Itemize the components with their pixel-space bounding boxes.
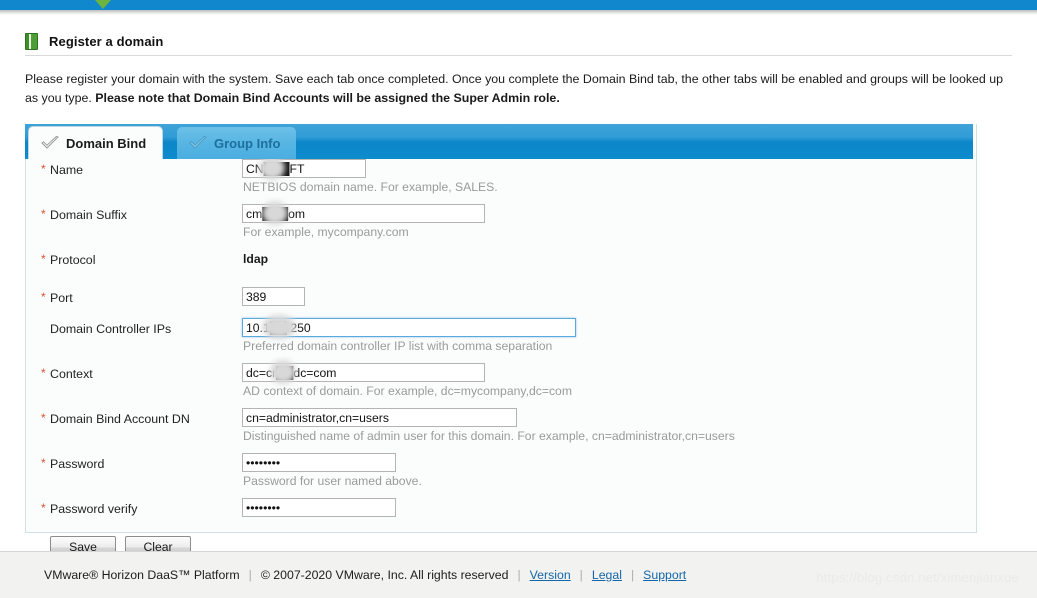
form-row: * Protocol ldap [26, 249, 978, 284]
footer-separator: | [630, 568, 635, 582]
footer-separator: | [248, 568, 252, 582]
form-label: Domain Controller IPs [50, 318, 242, 336]
form-label: * Domain Suffix [41, 204, 242, 222]
form-field-group [242, 287, 978, 315]
password-verify-input[interactable] [242, 498, 396, 517]
required-asterisk: * [41, 162, 46, 176]
required-asterisk: * [41, 411, 46, 425]
form-label-text: Domain Suffix [50, 208, 127, 222]
form-label-text: Domain Controller IPs [50, 322, 172, 336]
footer-separator: | [579, 568, 583, 582]
form-row: * Name NETBIOS domain name. For example, S… [26, 156, 978, 201]
form-row: * Context AD context of domain. For exampl… [26, 360, 978, 405]
required-asterisk: * [41, 207, 46, 221]
form-label-text: Password verify [50, 502, 138, 516]
form-label-text: Domain Bind Account DN [50, 412, 190, 426]
top-bar-marker-icon [95, 0, 111, 9]
form-field-group: Preferred domain controller IP list with… [242, 315, 978, 360]
password-input[interactable] [242, 453, 396, 472]
name-input[interactable] [242, 159, 366, 178]
form-label: * Password verify [41, 498, 242, 516]
form-label: * Name [41, 159, 242, 177]
form-label-text: Context [50, 367, 93, 381]
input-wrapper [242, 453, 396, 472]
input-wrapper [242, 287, 305, 306]
input-wrapper [242, 201, 485, 225]
form-label: * Domain Bind Account DN [41, 408, 242, 426]
form-label: * Protocol [41, 249, 242, 267]
top-app-bar [0, 0, 1037, 10]
form-field-group: Password for user named above. [242, 453, 978, 495]
form-field-group: For example, mycompany.com [242, 201, 978, 246]
tab-domain-bind[interactable]: Domain Bind [28, 126, 164, 159]
page-description-emphasis: Please note that Domain Bind Accounts wi… [95, 91, 560, 105]
tab-group-info-label: Group Info [214, 135, 281, 151]
footer-product: VMware® Horizon DaaS™ Platform [44, 568, 240, 582]
green-book-icon [25, 33, 38, 50]
protocol-value: ldap [243, 252, 269, 266]
tab-domain-bind-label: Domain Bind [66, 135, 147, 151]
required-asterisk: * [41, 501, 46, 515]
form-label-text: Password [50, 457, 105, 471]
form-field-hint: AD context of domain. For example, dc=my… [243, 384, 572, 398]
input-wrapper [242, 156, 366, 180]
footer-link-version[interactable]: Version [530, 568, 571, 582]
form-row: Domain Controller IPs Preferred domain co… [26, 315, 978, 360]
form-field-hint: NETBIOS domain name. For example, SALES. [243, 180, 498, 194]
required-asterisk: * [41, 366, 46, 380]
form-label-text: Protocol [50, 253, 96, 267]
tab-strip: Domain Bind Group Info [25, 124, 973, 159]
form-field-group: Distinguished name of admin user for thi… [242, 408, 978, 450]
form-field-hint: Distinguished name of admin user for thi… [243, 429, 735, 443]
page-description: Please register your domain with the sys… [25, 70, 1015, 108]
form-row: * Password Password for user named above. [26, 453, 978, 495]
form-field-hint: Password for user named above. [243, 474, 422, 488]
form-row: * Password verify [26, 498, 978, 526]
footer-copyright: © 2007-2020 VMware, Inc. All rights rese… [260, 568, 509, 582]
footer-link-legal[interactable]: Legal [592, 568, 622, 582]
domain-bind-form: * Name NETBIOS domain name. For example, S… [26, 156, 978, 559]
form-label: * Password [41, 453, 242, 471]
form-label-text: Port [50, 291, 73, 305]
footer-link-support[interactable]: Support [643, 568, 686, 582]
form-row: * Domain Bind Account DN Distinguished nam… [26, 408, 978, 450]
form-field-group: ldap [242, 249, 978, 284]
domain-controller-ips-input[interactable] [242, 318, 576, 337]
input-wrapper [242, 360, 485, 384]
form-label-text: Name [50, 163, 84, 177]
form-label: * Context [41, 363, 242, 381]
page-title: Register a domain [49, 34, 164, 49]
form-row: * Domain Suffix For example, mycompany.com [26, 201, 978, 246]
form-row: * Port [26, 287, 978, 315]
input-wrapper [242, 498, 396, 517]
watermark: https://blog.csdn.net/ximenjianxue [816, 570, 1019, 585]
required-asterisk: * [41, 290, 46, 304]
form-field-hint: Preferred domain controller IP list with… [243, 339, 553, 353]
port-input[interactable] [242, 287, 305, 306]
footer-separator: | [517, 568, 521, 582]
input-wrapper [242, 315, 576, 339]
tab-group-info[interactable]: Group Info [177, 127, 297, 159]
required-asterisk: * [41, 252, 46, 266]
check-icon [41, 136, 59, 149]
domain-bind-account-dn-input[interactable] [242, 408, 517, 427]
input-wrapper [242, 408, 517, 427]
domain-registration-panel: * Name NETBIOS domain name. For example, S… [25, 124, 977, 559]
check-icon [189, 136, 207, 149]
required-asterisk: * [41, 456, 46, 470]
page-header: Register a domain [25, 28, 1012, 56]
form-field-group: NETBIOS domain name. For example, SALES. [242, 156, 978, 201]
context-input[interactable] [242, 363, 485, 382]
form-field-hint: For example, mycompany.com [243, 225, 409, 239]
domain-suffix-input[interactable] [242, 204, 485, 223]
form-label: * Port [41, 287, 242, 305]
top-bar-shadow [0, 10, 1037, 15]
form-field-group [242, 498, 978, 526]
form-field-group: AD context of domain. For example, dc=my… [242, 360, 978, 405]
